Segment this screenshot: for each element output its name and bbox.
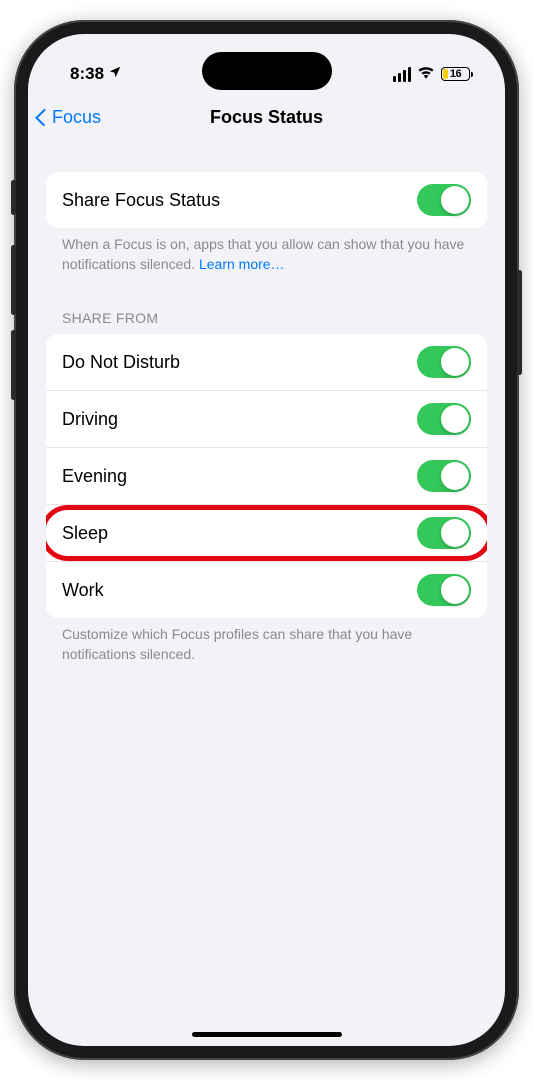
share-from-label: Work	[62, 580, 104, 601]
share-from-toggle-evening[interactable]	[417, 460, 471, 492]
silent-switch[interactable]	[11, 180, 16, 215]
battery-icon: 16	[441, 67, 473, 81]
dynamic-island	[202, 52, 332, 90]
share-status-card: Share Focus Status	[46, 172, 487, 228]
chevron-left-icon	[38, 107, 50, 127]
power-button[interactable]	[517, 270, 522, 375]
share-from-row-evening: Evening	[46, 448, 487, 505]
share-from-toggle-driving[interactable]	[417, 403, 471, 435]
nav-bar: Focus Focus Status	[28, 92, 505, 142]
share-from-toggle-sleep[interactable]	[417, 517, 471, 549]
share-focus-status-toggle[interactable]	[417, 184, 471, 216]
share-from-label: Do Not Disturb	[62, 352, 180, 373]
battery-percent: 16	[450, 68, 461, 80]
share-focus-status-row: Share Focus Status	[46, 172, 487, 228]
status-time: 8:38	[70, 64, 104, 84]
share-from-section: SHARE FROM Do Not Disturb Driving Evening S…	[46, 310, 487, 664]
phone-frame: 8:38 16	[14, 20, 519, 1060]
status-time-group: 8:38	[70, 64, 122, 84]
back-label: Focus	[52, 107, 101, 128]
wifi-icon	[417, 65, 435, 84]
home-indicator[interactable]	[192, 1032, 342, 1037]
page-title: Focus Status	[210, 107, 323, 128]
cellular-icon	[393, 67, 412, 82]
share-from-row-work: Work	[46, 562, 487, 618]
share-from-row-driving: Driving	[46, 391, 487, 448]
status-indicators: 16	[393, 65, 474, 84]
share-from-label: Evening	[62, 466, 127, 487]
share-from-row-sleep: Sleep	[46, 505, 487, 562]
share-from-card: Do Not Disturb Driving Evening Sleep Work	[46, 334, 487, 618]
share-from-toggle-do-not-disturb[interactable]	[417, 346, 471, 378]
location-icon	[108, 65, 122, 83]
share-footer: When a Focus is on, apps that you allow …	[46, 228, 487, 274]
share-from-header: SHARE FROM	[46, 310, 487, 334]
volume-down-button[interactable]	[11, 330, 16, 400]
content: Share Focus Status When a Focus is on, a…	[28, 142, 505, 664]
share-from-toggle-work[interactable]	[417, 574, 471, 606]
share-from-footer: Customize which Focus profiles can share…	[46, 618, 487, 664]
share-from-label: Driving	[62, 409, 118, 430]
volume-up-button[interactable]	[11, 245, 16, 315]
share-from-label: Sleep	[62, 523, 108, 544]
share-from-row-do-not-disturb: Do Not Disturb	[46, 334, 487, 391]
screen: 8:38 16	[28, 34, 505, 1046]
learn-more-link[interactable]: Learn more…	[199, 256, 285, 272]
share-focus-status-label: Share Focus Status	[62, 190, 220, 211]
back-button[interactable]: Focus	[38, 107, 101, 128]
